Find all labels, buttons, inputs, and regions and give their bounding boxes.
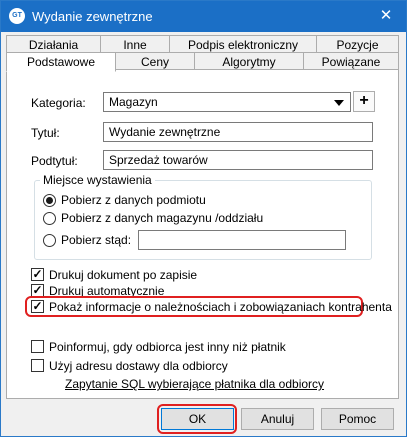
radio-pobierz-stad-label: Pobierz stąd: — [61, 233, 132, 247]
tab-podpis-elektroniczny[interactable]: Podpis elektroniczny — [169, 35, 317, 53]
close-icon[interactable]: ✕ — [372, 4, 400, 28]
tytul-label: Tytuł: — [31, 126, 60, 140]
podtytul-label: Podtytuł: — [31, 154, 78, 168]
dialog-window: GT Wydanie zewnętrzne ✕ Działania Inne P… — [0, 0, 407, 437]
radio-dane-podmiotu-label: Pobierz z danych podmiotu — [61, 193, 206, 207]
radio-dane-magazynu[interactable] — [43, 212, 56, 225]
checkbox-drukuj-po-zapisie[interactable]: ✓ — [31, 268, 44, 281]
tab-pozycje[interactable]: Pozycje — [316, 35, 399, 53]
ok-button[interactable]: OK — [161, 408, 234, 430]
checkbox-adres-dostawy-label: Użyj adresu dostawy dla odbiorcy — [49, 359, 228, 373]
radio-dane-podmiotu[interactable] — [43, 194, 56, 207]
chevron-down-icon — [334, 100, 344, 106]
help-button[interactable]: Pomoc — [321, 408, 394, 430]
pobierz-stad-input[interactable] — [138, 230, 346, 250]
tab-ceny[interactable]: Ceny — [115, 52, 195, 70]
add-category-button[interactable]: + — [353, 91, 375, 112]
podtytul-input[interactable]: Sprzedaż towarów — [103, 150, 373, 170]
tab-podstawowe[interactable]: Podstawowe — [6, 52, 116, 72]
miejsce-wystawienia-title: Miejsce wystawienia — [40, 173, 155, 187]
kategoria-label: Kategoria: — [31, 96, 86, 110]
checkbox-pokaz-informacje-label: Pokaż informacje o należnościach i zobow… — [49, 300, 392, 314]
radio-pobierz-stad[interactable] — [43, 234, 56, 247]
tytul-input[interactable]: Wydanie zewnętrzne — [103, 122, 373, 142]
tab-inne[interactable]: Inne — [100, 35, 170, 53]
tab-panel-podstawowe: Kategoria: Magazyn + Tytuł: Wydanie zewn… — [6, 69, 399, 399]
window-title: Wydanie zewnętrzne — [32, 9, 153, 24]
tab-algorytmy[interactable]: Algorytmy — [194, 52, 304, 70]
kategoria-value: Magazyn — [109, 95, 158, 109]
sql-query-link[interactable]: Zapytanie SQL wybierające płatnika dla o… — [65, 377, 324, 391]
tab-dzialania[interactable]: Działania — [6, 35, 101, 53]
checkbox-poinformuj[interactable] — [31, 340, 44, 353]
checkbox-poinformuj-label: Poinformuj, gdy odbiorca jest inny niż p… — [49, 340, 286, 354]
tab-powiazane[interactable]: Powiązane — [303, 52, 399, 70]
title-bar[interactable]: GT Wydanie zewnętrzne ✕ — [1, 1, 406, 32]
checkbox-adres-dostawy[interactable] — [31, 359, 44, 372]
cancel-button[interactable]: Anuluj — [241, 408, 314, 430]
checkbox-drukuj-po-zapisie-label: Drukuj dokument po zapisie — [49, 268, 198, 282]
radio-dane-magazynu-label: Pobierz z danych magazynu /oddziału — [61, 211, 264, 225]
checkbox-pokaz-informacje[interactable]: ✓ — [31, 300, 44, 313]
app-icon: GT — [9, 8, 25, 24]
kategoria-select[interactable]: Magazyn — [103, 92, 351, 112]
